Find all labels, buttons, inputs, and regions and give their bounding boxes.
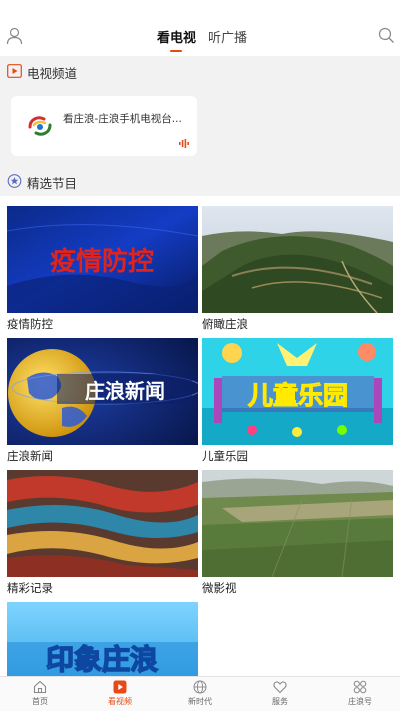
thumb-overlay-text: 印象庄浪 [46, 643, 158, 676]
program-title: 儿童乐园 [202, 449, 248, 463]
tv-channel-section-title: 电视频道 [27, 66, 78, 81]
program-tile-impression[interactable]: 印象庄浪 [7, 602, 198, 676]
program-thumbnail: 庄浪新闻 [7, 338, 198, 445]
program-tile-news[interactable]: 庄浪新闻 庄浪新闻 [7, 338, 198, 464]
heart-icon [273, 681, 287, 694]
bottom-nav: 首页 看视频 新时代 服务 庄浪号 [0, 676, 400, 711]
featured-section-header: 精选节目 [0, 166, 400, 196]
nav-label: 看视频 [108, 697, 132, 706]
channel-card[interactable]: 看庄浪-庄浪手机电视台... [11, 96, 197, 156]
tv-channel-section-header: 电视频道 [0, 56, 400, 86]
grid-icon [353, 680, 367, 694]
program-tile-records[interactable]: 精彩记录 [7, 470, 198, 596]
globe-icon [193, 680, 207, 694]
tv-play-icon [7, 64, 22, 78]
live-audio-wave-icon [179, 139, 189, 148]
user-icon[interactable] [6, 27, 23, 45]
nav-item-services[interactable]: 服务 [240, 680, 320, 707]
search-icon[interactable] [378, 27, 395, 44]
featured-section-title: 精选节目 [27, 176, 78, 191]
program-thumbnail: 疫情防控 [7, 206, 198, 313]
program-tile-micro-film[interactable]: 微影视 [202, 470, 393, 596]
nav-label: 新时代 [188, 697, 212, 706]
tab-watch-tv[interactable]: 看电视 [157, 27, 196, 46]
channel-name: 看庄浪-庄浪手机电视台... [63, 113, 182, 125]
program-tile-aerial[interactable]: 俯瞰庄浪 [202, 206, 393, 332]
video-icon [113, 680, 127, 694]
featured-star-icon [7, 174, 22, 188]
thumb-overlay-text: 儿童乐园 [248, 381, 348, 410]
nav-label: 庄浪号 [348, 697, 372, 706]
program-thumbnail: 儿童乐园 [202, 338, 393, 445]
program-tile-kids[interactable]: 儿童乐园 儿童乐园 [202, 338, 393, 464]
program-thumbnail [7, 470, 198, 577]
program-thumbnail [202, 206, 393, 313]
program-title: 疫情防控 [7, 317, 53, 331]
home-icon [33, 680, 47, 694]
nav-item-video[interactable]: 看视频 [80, 680, 160, 707]
station-logo [28, 116, 52, 136]
thumb-overlay-text: 庄浪新闻 [85, 379, 165, 403]
nav-label: 首页 [32, 697, 48, 706]
active-tab-indicator [170, 50, 182, 52]
program-title: 庄浪新闻 [7, 449, 53, 463]
program-tile-epidemic[interactable]: 疫情防控 疫情防控 [7, 206, 198, 332]
program-thumbnail: 印象庄浪 [7, 602, 198, 676]
tab-listen-radio[interactable]: 听广播 [208, 27, 247, 46]
nav-item-home[interactable]: 首页 [0, 680, 80, 707]
nav-label: 服务 [272, 697, 288, 706]
program-thumbnail [202, 470, 393, 577]
program-title: 微影视 [202, 581, 237, 595]
top-bar: 看电视 听广播 [0, 0, 400, 56]
channel-list: 看庄浪-庄浪手机电视台... [0, 86, 400, 164]
program-grid: 疫情防控 疫情防控 俯瞰庄浪 庄浪新闻 庄浪新闻 儿童乐园 儿童乐园 精彩记录 … [0, 196, 400, 676]
program-title: 精彩记录 [7, 581, 53, 595]
program-title: 俯瞰庄浪 [202, 317, 248, 331]
nav-item-zhuanglang-account[interactable]: 庄浪号 [320, 680, 400, 707]
nav-item-new-era[interactable]: 新时代 [160, 680, 240, 707]
thumb-overlay-text: 疫情防控 [50, 246, 154, 277]
